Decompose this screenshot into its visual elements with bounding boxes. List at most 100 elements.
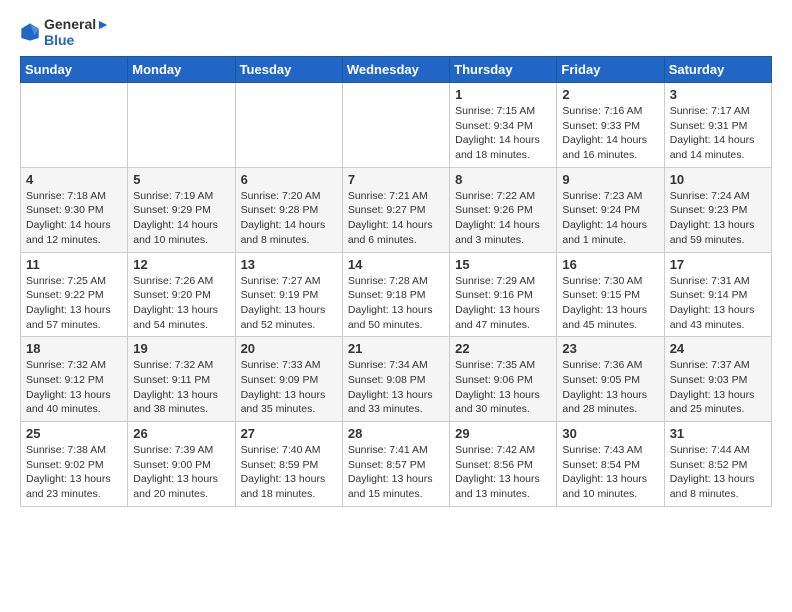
day-info: Sunrise: 7:41 AMSunset: 8:57 PMDaylight:… [348,443,444,502]
day-number: 12 [133,257,229,272]
day-info: Sunrise: 7:16 AMSunset: 9:33 PMDaylight:… [562,104,658,163]
calendar-cell: 24 Sunrise: 7:37 AMSunset: 9:03 PMDayligh… [664,337,771,422]
calendar-week-row: 11 Sunrise: 7:25 AMSunset: 9:22 PMDayligh… [21,252,772,337]
day-info: Sunrise: 7:17 AMSunset: 9:31 PMDaylight:… [670,104,766,163]
day-number: 22 [455,341,551,356]
day-info: Sunrise: 7:29 AMSunset: 9:16 PMDaylight:… [455,274,551,333]
calendar-cell [342,83,449,168]
calendar-week-row: 18 Sunrise: 7:32 AMSunset: 9:12 PMDayligh… [21,337,772,422]
day-info: Sunrise: 7:28 AMSunset: 9:18 PMDaylight:… [348,274,444,333]
calendar-cell: 26 Sunrise: 7:39 AMSunset: 9:00 PMDayligh… [128,422,235,507]
day-info: Sunrise: 7:37 AMSunset: 9:03 PMDaylight:… [670,358,766,417]
calendar-cell: 27 Sunrise: 7:40 AMSunset: 8:59 PMDayligh… [235,422,342,507]
day-info: Sunrise: 7:43 AMSunset: 8:54 PMDaylight:… [562,443,658,502]
calendar-header-friday: Friday [557,57,664,83]
calendar-week-row: 4 Sunrise: 7:18 AMSunset: 9:30 PMDaylight… [21,167,772,252]
day-info: Sunrise: 7:25 AMSunset: 9:22 PMDaylight:… [26,274,122,333]
day-number: 1 [455,87,551,102]
calendar-cell: 17 Sunrise: 7:31 AMSunset: 9:14 PMDayligh… [664,252,771,337]
day-info: Sunrise: 7:20 AMSunset: 9:28 PMDaylight:… [241,189,337,248]
day-info: Sunrise: 7:32 AMSunset: 9:11 PMDaylight:… [133,358,229,417]
day-number: 5 [133,172,229,187]
logo: General► Blue [20,16,110,48]
day-number: 29 [455,426,551,441]
calendar-week-row: 25 Sunrise: 7:38 AMSunset: 9:02 PMDayligh… [21,422,772,507]
day-info: Sunrise: 7:27 AMSunset: 9:19 PMDaylight:… [241,274,337,333]
day-number: 4 [26,172,122,187]
day-number: 24 [670,341,766,356]
day-info: Sunrise: 7:18 AMSunset: 9:30 PMDaylight:… [26,189,122,248]
calendar-header-saturday: Saturday [664,57,771,83]
day-number: 10 [670,172,766,187]
day-number: 20 [241,341,337,356]
calendar-header-sunday: Sunday [21,57,128,83]
calendar-cell: 12Sunrise: 7:26 AMSunset: 9:20 PMDayligh… [128,252,235,337]
day-info: Sunrise: 7:32 AMSunset: 9:12 PMDaylight:… [26,358,122,417]
calendar-cell: 13 Sunrise: 7:27 AMSunset: 9:19 PMDayligh… [235,252,342,337]
day-info: Sunrise: 7:44 AMSunset: 8:52 PMDaylight:… [670,443,766,502]
calendar-header-wednesday: Wednesday [342,57,449,83]
logo-text: General► Blue [44,16,110,48]
calendar-header-row: SundayMondayTuesdayWednesdayThursdayFrid… [21,57,772,83]
day-info: Sunrise: 7:15 AMSunset: 9:34 PMDaylight:… [455,104,551,163]
calendar-cell: 14 Sunrise: 7:28 AMSunset: 9:18 PMDayligh… [342,252,449,337]
day-number: 6 [241,172,337,187]
day-number: 17 [670,257,766,272]
day-info: Sunrise: 7:40 AMSunset: 8:59 PMDaylight:… [241,443,337,502]
day-info: Sunrise: 7:33 AMSunset: 9:09 PMDaylight:… [241,358,337,417]
day-number: 27 [241,426,337,441]
day-info: Sunrise: 7:24 AMSunset: 9:23 PMDaylight:… [670,189,766,248]
calendar-table: SundayMondayTuesdayWednesdayThursdayFrid… [20,56,772,507]
calendar-cell: 7Sunrise: 7:21 AMSunset: 9:27 PMDaylight… [342,167,449,252]
day-number: 26 [133,426,229,441]
day-info: Sunrise: 7:30 AMSunset: 9:15 PMDaylight:… [562,274,658,333]
calendar-cell: 21 Sunrise: 7:34 AMSunset: 9:08 PMDayligh… [342,337,449,422]
day-number: 11 [26,257,122,272]
calendar-cell: 9 Sunrise: 7:23 AMSunset: 9:24 PMDaylight… [557,167,664,252]
day-number: 19 [133,341,229,356]
day-number: 21 [348,341,444,356]
day-info: Sunrise: 7:39 AMSunset: 9:00 PMDaylight:… [133,443,229,502]
calendar-cell: 1 Sunrise: 7:15 AMSunset: 9:34 PMDaylight… [450,83,557,168]
day-number: 18 [26,341,122,356]
day-info: Sunrise: 7:19 AMSunset: 9:29 PMDaylight:… [133,189,229,248]
day-number: 2 [562,87,658,102]
calendar-cell: 2 Sunrise: 7:16 AMSunset: 9:33 PMDaylight… [557,83,664,168]
calendar-cell [128,83,235,168]
day-number: 7 [348,172,444,187]
day-number: 16 [562,257,658,272]
logo-icon [20,22,40,42]
day-number: 13 [241,257,337,272]
calendar-cell: 6 Sunrise: 7:20 AMSunset: 9:28 PMDaylight… [235,167,342,252]
calendar-cell: 18 Sunrise: 7:32 AMSunset: 9:12 PMDayligh… [21,337,128,422]
day-number: 30 [562,426,658,441]
day-number: 14 [348,257,444,272]
calendar-cell: 22Sunrise: 7:35 AMSunset: 9:06 PMDayligh… [450,337,557,422]
day-number: 15 [455,257,551,272]
calendar-cell: 23 Sunrise: 7:36 AMSunset: 9:05 PMDayligh… [557,337,664,422]
day-info: Sunrise: 7:23 AMSunset: 9:24 PMDaylight:… [562,189,658,248]
calendar-cell: 8 Sunrise: 7:22 AMSunset: 9:26 PMDaylight… [450,167,557,252]
calendar-header-tuesday: Tuesday [235,57,342,83]
calendar-cell: 11 Sunrise: 7:25 AMSunset: 9:22 PMDayligh… [21,252,128,337]
day-info: Sunrise: 7:31 AMSunset: 9:14 PMDaylight:… [670,274,766,333]
day-number: 23 [562,341,658,356]
calendar-cell: 3Sunrise: 7:17 AMSunset: 9:31 PMDaylight… [664,83,771,168]
calendar-cell: 29 Sunrise: 7:42 AMSunset: 8:56 PMDayligh… [450,422,557,507]
day-info: Sunrise: 7:22 AMSunset: 9:26 PMDaylight:… [455,189,551,248]
calendar-cell: 15 Sunrise: 7:29 AMSunset: 9:16 PMDayligh… [450,252,557,337]
day-info: Sunrise: 7:34 AMSunset: 9:08 PMDaylight:… [348,358,444,417]
day-info: Sunrise: 7:42 AMSunset: 8:56 PMDaylight:… [455,443,551,502]
calendar-cell: 31 Sunrise: 7:44 AMSunset: 8:52 PMDayligh… [664,422,771,507]
calendar-cell: 28Sunrise: 7:41 AMSunset: 8:57 PMDayligh… [342,422,449,507]
day-info: Sunrise: 7:38 AMSunset: 9:02 PMDaylight:… [26,443,122,502]
day-number: 8 [455,172,551,187]
calendar-cell: 16 Sunrise: 7:30 AMSunset: 9:15 PMDayligh… [557,252,664,337]
calendar-cell: 4 Sunrise: 7:18 AMSunset: 9:30 PMDaylight… [21,167,128,252]
day-number: 31 [670,426,766,441]
calendar-cell: 20 Sunrise: 7:33 AMSunset: 9:09 PMDayligh… [235,337,342,422]
day-info: Sunrise: 7:36 AMSunset: 9:05 PMDaylight:… [562,358,658,417]
day-number: 9 [562,172,658,187]
day-number: 25 [26,426,122,441]
calendar-cell: 10 Sunrise: 7:24 AMSunset: 9:23 PMDayligh… [664,167,771,252]
